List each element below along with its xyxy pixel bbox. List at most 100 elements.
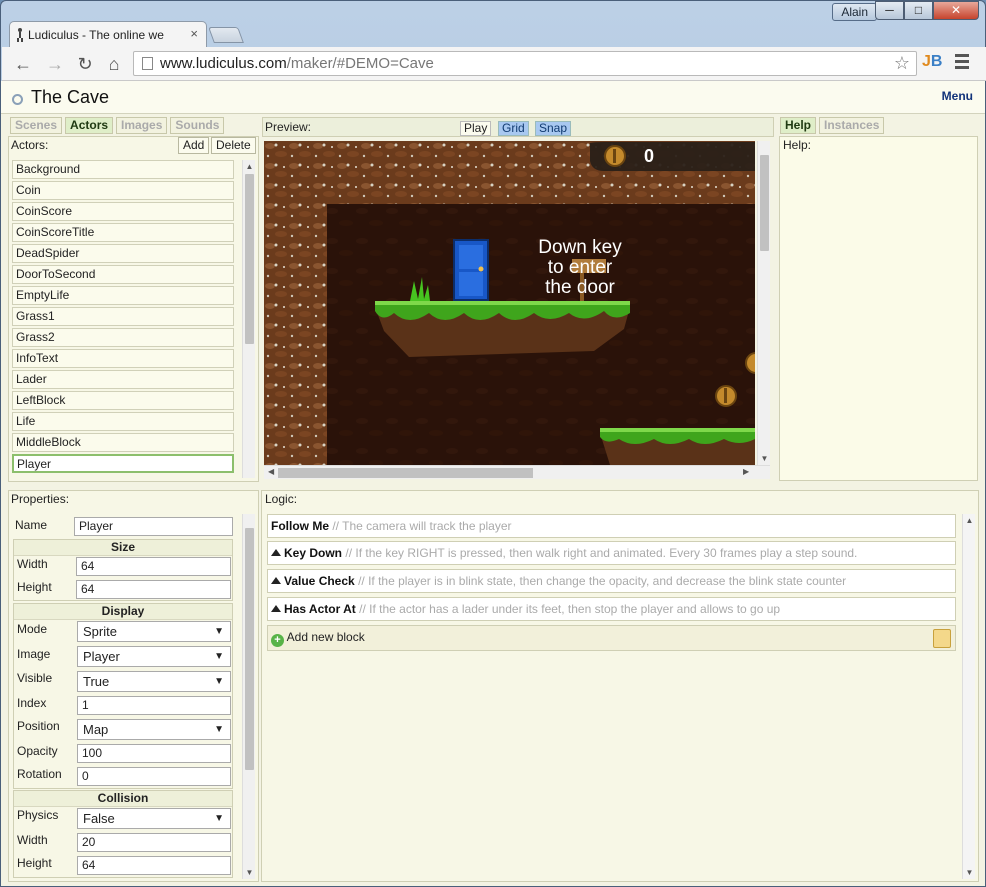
tab-images[interactable]: Images bbox=[116, 117, 168, 134]
list-item[interactable]: InfoText bbox=[12, 349, 234, 368]
cave-scene: 0 Down key to enter the door bbox=[264, 141, 755, 465]
list-item[interactable]: Lader bbox=[12, 370, 234, 389]
delete-actor-button[interactable]: Delete bbox=[211, 137, 256, 154]
tab-scenes[interactable]: Scenes bbox=[10, 117, 63, 134]
list-item[interactable]: Life bbox=[12, 412, 234, 431]
logic-block-value-check[interactable]: Value Check // If the player is in blink… bbox=[267, 569, 956, 593]
scroll-right-icon[interactable]: ▶ bbox=[743, 467, 749, 476]
maximize-button[interactable]: □ bbox=[904, 1, 933, 20]
tab-close-icon[interactable]: × bbox=[190, 26, 198, 41]
position-select[interactable]: Map ▼ bbox=[77, 719, 231, 740]
preview-vscroll-thumb[interactable] bbox=[760, 155, 769, 251]
help-label: Help: bbox=[783, 138, 812, 152]
list-item[interactable]: DeadSpider bbox=[12, 244, 234, 263]
collapse-icon[interactable] bbox=[271, 549, 281, 556]
clipboard-icon[interactable] bbox=[933, 629, 951, 648]
physics-select[interactable]: False ▼ bbox=[77, 808, 231, 829]
logic-block-follow-me[interactable]: Follow Me // The camera will track the p… bbox=[267, 514, 956, 538]
scroll-thumb[interactable] bbox=[245, 174, 254, 344]
close-window-button[interactable]: ✕ bbox=[933, 1, 979, 20]
visible-select[interactable]: True ▼ bbox=[77, 671, 231, 692]
snap-toggle[interactable]: Snap bbox=[535, 121, 572, 136]
tab-actors[interactable]: Actors bbox=[65, 117, 114, 134]
tab-instances[interactable]: Instances bbox=[819, 117, 885, 134]
logic-block-key-down[interactable]: Key Down // If the key RIGHT is pressed,… bbox=[267, 541, 956, 565]
sign-text-line-3: the door bbox=[545, 277, 615, 298]
logic-block-has-actor-at[interactable]: Has Actor At // If the actor has a lader… bbox=[267, 597, 956, 621]
collapse-icon[interactable] bbox=[271, 577, 281, 584]
name-field[interactable]: Player bbox=[74, 517, 233, 536]
list-item[interactable]: LeftBlock bbox=[12, 391, 234, 410]
browser-menu-icon[interactable] bbox=[955, 54, 969, 72]
index-field[interactable]: 1 bbox=[77, 696, 231, 715]
rotation-field[interactable]: 0 bbox=[77, 767, 231, 786]
scroll-up-icon[interactable]: ▲ bbox=[963, 516, 976, 525]
list-item[interactable]: Grass2 bbox=[12, 328, 234, 347]
window-user-button[interactable]: Alain bbox=[832, 3, 877, 21]
add-block-row[interactable]: + Add new block bbox=[267, 625, 956, 651]
preview-hscrollbar[interactable]: ◀ ▶ bbox=[264, 465, 770, 479]
actor-list: Background Coin CoinScore CoinScoreTitle… bbox=[12, 160, 234, 475]
add-actor-button[interactable]: Add bbox=[178, 137, 210, 154]
actors-label: Actors: bbox=[11, 138, 49, 152]
grid-toggle[interactable]: Grid bbox=[498, 121, 529, 136]
logic-scrollbar[interactable]: ▲ ▼ bbox=[962, 514, 975, 879]
actor-list-scrollbar[interactable]: ▲ bbox=[242, 160, 255, 478]
mode-label: Mode bbox=[17, 622, 48, 636]
list-item[interactable]: Grass1 bbox=[12, 307, 234, 326]
name-label: Name bbox=[15, 518, 48, 532]
preview-vscrollbar[interactable]: ▼ bbox=[757, 141, 770, 465]
visible-label: Visible bbox=[17, 671, 53, 685]
menu-link[interactable]: Menu bbox=[942, 89, 973, 103]
position-label: Position bbox=[17, 719, 60, 733]
list-item[interactable]: Coin bbox=[12, 181, 234, 200]
tab-sounds[interactable]: Sounds bbox=[170, 117, 225, 134]
bookmark-star-icon[interactable]: ☆ bbox=[894, 52, 910, 75]
forward-icon[interactable]: → bbox=[44, 53, 66, 75]
size-height-field[interactable]: 64 bbox=[76, 580, 231, 599]
url-host: www.ludiculus.com bbox=[160, 55, 287, 72]
scroll-up-icon[interactable]: ▲ bbox=[243, 162, 256, 171]
list-item[interactable]: MiddleBlock bbox=[12, 433, 234, 452]
game-preview-canvas[interactable]: 0 Down key to enter the door bbox=[264, 141, 755, 465]
extension-jb-icon[interactable]: JB bbox=[922, 53, 942, 71]
list-item[interactable]: CoinScoreTitle bbox=[12, 223, 234, 242]
sign-text-line-2: to enter bbox=[548, 257, 613, 278]
scroll-down-icon[interactable]: ▼ bbox=[758, 454, 771, 463]
list-item[interactable]: EmptyLife bbox=[12, 286, 234, 305]
index-label: Index bbox=[17, 696, 47, 710]
minimize-button[interactable]: ─ bbox=[875, 1, 904, 20]
collision-height-field[interactable]: 64 bbox=[77, 856, 231, 875]
physics-label: Physics bbox=[17, 808, 59, 822]
list-item[interactable]: Background bbox=[12, 160, 234, 179]
properties-scroll-thumb[interactable] bbox=[245, 528, 254, 770]
collision-width-field[interactable]: 20 bbox=[77, 833, 231, 852]
list-item[interactable]: DoorToSecond bbox=[12, 265, 234, 284]
properties-label: Properties: bbox=[11, 492, 70, 506]
preview-hscroll-thumb[interactable] bbox=[278, 468, 533, 478]
image-select[interactable]: Player ▼ bbox=[77, 646, 231, 667]
list-item-selected[interactable]: Player bbox=[12, 454, 234, 473]
gear-icon bbox=[12, 94, 23, 105]
play-button[interactable]: Play bbox=[460, 121, 492, 136]
scroll-down-icon[interactable]: ▼ bbox=[963, 868, 976, 877]
size-width-field[interactable]: 64 bbox=[76, 557, 231, 576]
properties-scrollbar[interactable]: ▼ bbox=[242, 514, 255, 879]
reload-icon[interactable]: ↻ bbox=[74, 53, 96, 75]
new-tab-button[interactable] bbox=[208, 27, 244, 43]
address-bar[interactable]: www.ludiculus.com/maker/#DEMO=Cave ☆ bbox=[133, 51, 917, 76]
browser-tab[interactable]: Ludiculus - The online we × bbox=[9, 21, 207, 47]
browser-toolbar: ← → ↻ ⌂ www.ludiculus.com/maker/#DEMO=Ca… bbox=[2, 47, 986, 81]
list-item[interactable]: CoinScore bbox=[12, 202, 234, 221]
scroll-down-icon[interactable]: ▼ bbox=[243, 868, 256, 877]
mode-select[interactable]: Sprite ▼ bbox=[77, 621, 231, 642]
tab-title: Ludiculus - The online we bbox=[28, 27, 164, 42]
back-icon[interactable]: ← bbox=[12, 53, 34, 75]
collapse-icon[interactable] bbox=[271, 605, 281, 612]
app-header: The Cave Menu bbox=[1, 81, 985, 114]
tab-help[interactable]: Help bbox=[780, 117, 817, 134]
home-icon[interactable]: ⌂ bbox=[103, 53, 125, 75]
scroll-left-icon[interactable]: ◀ bbox=[268, 467, 274, 476]
opacity-field[interactable]: 100 bbox=[77, 744, 231, 763]
coin-score: 0 bbox=[644, 146, 654, 166]
